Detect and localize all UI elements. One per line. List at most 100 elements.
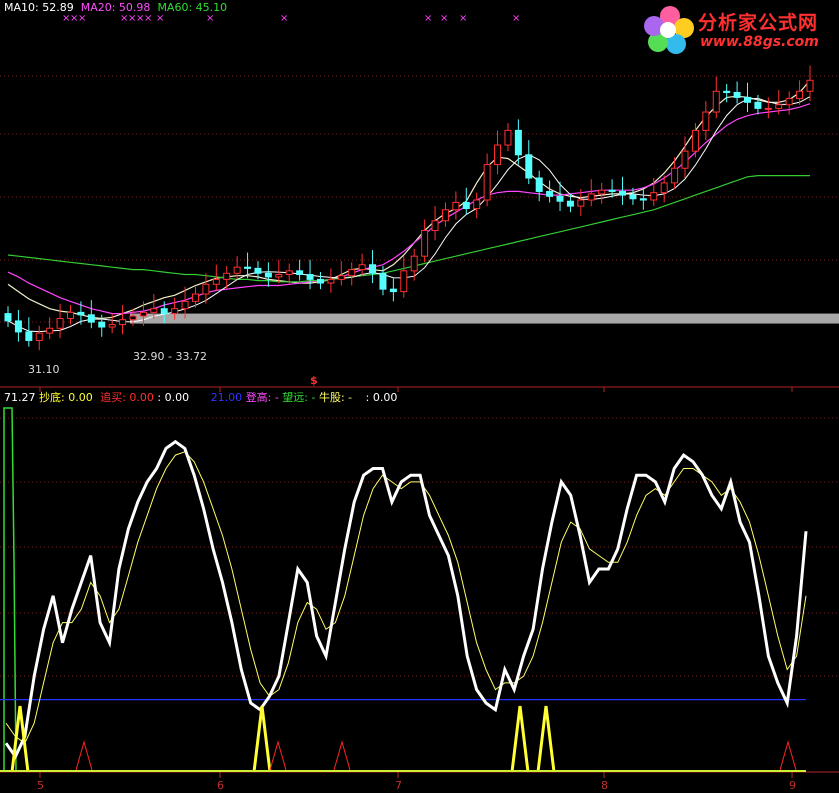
zhuimai-label: 追买: [100,391,126,404]
candle-body [608,189,616,192]
candle-body [181,300,189,310]
chart-window: × × × × × × × × × × × × × × MA10: 52.89 MA20: 50.98 M… [0,0,839,793]
candle-body [150,308,158,313]
candle-body [723,90,731,94]
candle-body [660,182,668,194]
ma20-legend: MA20: 50.98 [80,1,151,14]
candle-body [306,274,314,280]
logo-title: 分析家公式网 [698,12,819,34]
candle-body [421,230,429,257]
candle-body [764,107,772,110]
x-tick-label: 9 [789,779,796,792]
candle-body [327,278,335,284]
green-signal-line [3,407,17,773]
signal-x-marker: × [440,13,448,24]
x-tick-label: 6 [217,779,224,792]
candle-body [546,190,554,197]
low-price-label: 31.10 [28,363,60,376]
price-band [130,313,839,324]
ma-legend: MA10: 52.89 MA20: 50.98 MA60: 45.10 [4,1,227,14]
candle-body [275,274,283,278]
candle-body [296,270,304,276]
candle-body [56,317,64,329]
candle-body [4,313,12,322]
signal-x-marker: × [156,13,164,24]
indicator-value: 71.27 [4,391,36,404]
ma-line-short [7,96,811,333]
signal-x-marker: × [424,13,432,24]
candle-body [598,189,606,195]
ma-line-ma60 [7,175,810,283]
candle-body [191,293,199,302]
indicator-line-k [4,439,808,760]
candle-body [556,195,564,202]
site-logo[interactable]: 分析家公式网 www.88gs.com [642,4,834,54]
candle-body [254,267,262,274]
candle-body [25,331,33,341]
candle-body [410,255,418,272]
chaodi-label: 抄底: 0.00 [39,391,93,404]
logo-url: www.88gs.com [700,34,819,50]
candle-body [629,194,637,200]
candle-body [14,320,22,333]
candle-body [744,96,752,103]
candle-body [358,264,366,271]
niugu-label: 牛股: - [318,391,353,404]
candle-body [119,319,127,326]
candle-body [369,264,377,274]
flower-logo-icon [644,6,694,54]
x-tick-label: 5 [37,779,44,792]
red-signal-marker [779,740,797,771]
candle-body [87,314,95,323]
candle-body [650,192,658,201]
signal-x-marker: × [512,13,520,24]
candle-body [233,266,241,274]
signal-x-marker: × [280,13,288,24]
sep-value: : 0.00 [157,391,190,404]
candle-body [348,269,356,277]
candle-body [171,308,179,315]
candle-body [775,104,783,109]
x-tick-label: 8 [601,779,608,792]
candle-body [691,129,699,152]
candle-body [577,199,585,207]
candle-body [77,311,85,316]
price-range-label: 32.90 - 33.72 [133,350,207,363]
candle-body [619,190,627,196]
zhuimai-value: 0.00 [129,391,154,404]
indicator-legend: 71.27 抄底: 0.00 追买: 0.00 : 0.00 21.00 登高:… [4,391,397,404]
yellow-signal-spike [510,705,530,773]
candle-body [66,311,74,319]
candle-body [389,288,397,293]
candle-body [712,90,720,113]
candle-body [400,270,408,293]
red-signal-marker [333,740,351,771]
ma10-legend: MA10: 52.89 [4,1,74,14]
signal-x-marker: × [206,13,214,24]
candle-body [504,129,512,146]
candle-body [535,177,543,192]
candle-body [514,129,522,156]
candle-body [681,150,689,169]
candle-body [129,315,137,321]
candle-body [285,270,293,276]
candle-body [202,283,210,295]
candle-body [441,209,449,222]
candle-body [212,278,220,285]
candle-body [525,154,533,179]
candle-body [98,321,106,328]
blue-value: 21.00 [210,391,243,404]
yellow-signal-spike [10,705,30,773]
candle-body [337,275,345,280]
candle-body [754,101,762,109]
candle-body [671,167,679,184]
candle-body [494,144,502,166]
candle-body [733,92,741,98]
candle-body [244,266,252,269]
candle-body [316,278,324,284]
x-tick-label: 7 [395,779,402,792]
ma-line-ma10 [7,80,811,320]
red-signal-marker [269,740,287,771]
wangyuan-label: 望远: - [282,391,316,404]
candle-body [587,193,595,201]
